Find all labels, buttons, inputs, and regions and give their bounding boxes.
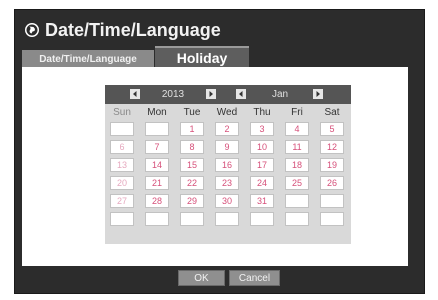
day-cell[interactable]: 6 (110, 140, 134, 154)
tab-date-time-language[interactable]: Date/Time/Language (22, 50, 154, 68)
day-cell[interactable] (320, 212, 344, 226)
day-cell[interactable]: 13 (110, 158, 134, 172)
button-bar: OK Cancel (22, 266, 408, 286)
weekday-label: Sat (324, 107, 340, 118)
day-cell[interactable] (110, 212, 134, 226)
day-cell[interactable]: 22 (180, 176, 204, 190)
day-cell[interactable]: 27 (110, 194, 134, 208)
tab-bar: Date/Time/Language Holiday (22, 46, 262, 68)
day-cell[interactable]: 2 (215, 122, 239, 136)
day-cell[interactable]: 19 (320, 158, 344, 172)
day-cell[interactable]: 11 (285, 140, 309, 154)
day-cell[interactable]: 20 (110, 176, 134, 190)
day-cell[interactable]: 4 (285, 122, 309, 136)
day-cell[interactable]: 29 (180, 194, 204, 208)
day-cell[interactable] (180, 212, 204, 226)
day-cell[interactable]: 8 (180, 140, 204, 154)
title-bar: Date/Time/Language (24, 15, 221, 45)
day-cell[interactable] (110, 122, 134, 136)
calendar: 2013 Jan Sun Mon Tue Wed Thu Fri Sat 123456789… (105, 85, 351, 244)
cancel-button[interactable]: Cancel (229, 270, 280, 286)
prev-year-arrow-left-icon[interactable] (130, 89, 140, 99)
day-cell[interactable]: 1 (180, 122, 204, 136)
tab-holiday[interactable]: Holiday (155, 46, 249, 68)
day-cell[interactable]: 31 (250, 194, 274, 208)
weekday-label: Wed (216, 107, 238, 118)
day-cell[interactable]: 28 (145, 194, 169, 208)
calendar-header: 2013 Jan (105, 85, 351, 104)
day-cell[interactable] (320, 194, 344, 208)
day-cell[interactable]: 26 (320, 176, 344, 190)
ok-button[interactable]: OK (178, 270, 225, 286)
prev-month-arrow-left-icon[interactable] (236, 89, 246, 99)
day-cell[interactable]: 10 (250, 140, 274, 154)
day-cell[interactable]: 24 (250, 176, 274, 190)
weekday-label: Thu (253, 107, 271, 118)
day-cell[interactable]: 5 (320, 122, 344, 136)
day-cell[interactable]: 15 (180, 158, 204, 172)
weekday-header: Sun Mon Tue Wed Thu Fri Sat (105, 106, 351, 120)
weekday-label: Mon (147, 107, 167, 118)
date-time-dialog: Date/Time/Language Date/Time/Language Ho… (14, 9, 425, 294)
day-cell[interactable] (250, 212, 274, 226)
day-cell[interactable]: 12 (320, 140, 344, 154)
day-cell[interactable]: 18 (285, 158, 309, 172)
weekday-label: Fri (291, 107, 303, 118)
screen: Date/Time/Language Date/Time/Language Ho… (0, 0, 438, 300)
day-cell[interactable]: 17 (250, 158, 274, 172)
globe-icon (24, 22, 40, 38)
day-cell[interactable] (285, 194, 309, 208)
next-month-arrow-right-icon[interactable] (313, 89, 323, 99)
calendar-month: Jan (271, 89, 289, 100)
day-cell[interactable]: 25 (285, 176, 309, 190)
weekday-label: Tue (183, 107, 201, 118)
day-cell[interactable] (145, 122, 169, 136)
day-cell[interactable]: 3 (250, 122, 274, 136)
next-year-arrow-right-icon[interactable] (206, 89, 216, 99)
holiday-panel: 2013 Jan Sun Mon Tue Wed Thu Fri Sat 123456789… (22, 67, 408, 266)
day-cell[interactable] (285, 212, 309, 226)
day-cell[interactable]: 7 (145, 140, 169, 154)
day-cell[interactable] (145, 212, 169, 226)
day-cell[interactable]: 21 (145, 176, 169, 190)
dialog-title: Date/Time/Language (45, 19, 221, 40)
day-cell[interactable]: 14 (145, 158, 169, 172)
day-cell[interactable] (215, 212, 239, 226)
calendar-year: 2013 (161, 89, 185, 100)
day-cell[interactable]: 9 (215, 140, 239, 154)
day-cell[interactable]: 23 (215, 176, 239, 190)
day-cell[interactable]: 30 (215, 194, 239, 208)
day-cell[interactable]: 16 (215, 158, 239, 172)
weekday-label: Sun (113, 107, 131, 118)
